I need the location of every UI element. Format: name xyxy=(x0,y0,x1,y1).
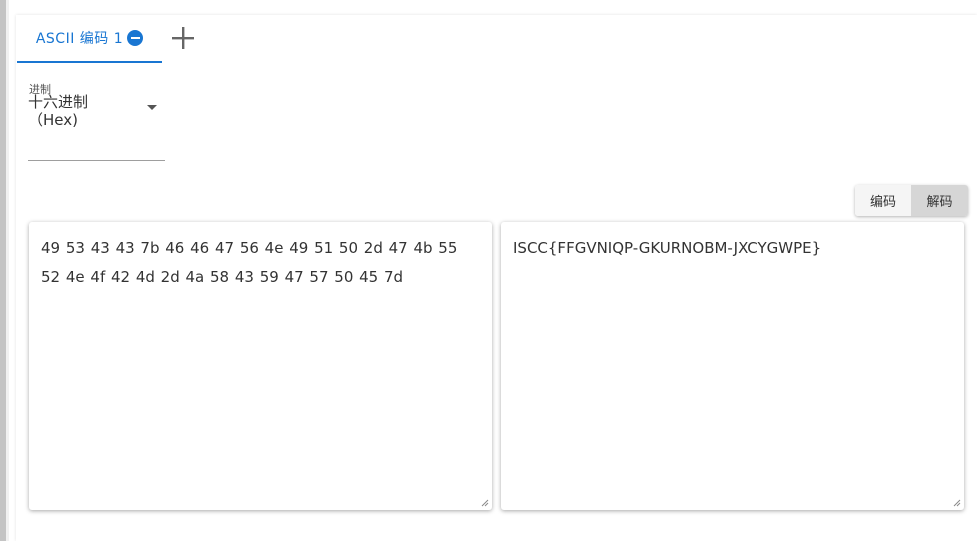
tab-ascii-encode-1[interactable]: ASCII 编码 1 xyxy=(17,15,162,63)
base-select[interactable]: 进制 十六进制（Hex) xyxy=(28,78,165,161)
tabs-bar: ASCII 编码 1 xyxy=(16,15,416,63)
converter-panel: ASCII 编码 1 进制 十六进制（Hex) 编码 解码 49 53 43 4… xyxy=(16,15,977,541)
page-scrollbar[interactable] xyxy=(0,0,9,541)
caret-down-icon xyxy=(147,105,157,110)
output-textarea[interactable]: ISCC{FFGVNIQP-GKURNOBM-JXCYGWPE} xyxy=(501,222,964,510)
resize-grip-icon[interactable] xyxy=(481,499,489,507)
encode-button[interactable]: 编码 xyxy=(855,185,911,216)
input-text: 49 53 43 43 7b 46 46 47 56 4e 49 51 50 2… xyxy=(41,239,458,286)
resize-grip-icon[interactable] xyxy=(953,499,961,507)
tab-label: ASCII 编码 1 xyxy=(35,31,124,47)
output-text: ISCC{FFGVNIQP-GKURNOBM-JXCYGWPE} xyxy=(513,239,822,257)
mode-toggle-group: 编码 解码 xyxy=(855,185,968,216)
base-select-value: 十六进制（Hex) xyxy=(28,93,89,129)
minus-circle-icon[interactable] xyxy=(127,30,144,46)
decode-button[interactable]: 解码 xyxy=(911,185,968,216)
input-textarea[interactable]: 49 53 43 43 7b 46 46 47 56 4e 49 51 50 2… xyxy=(29,222,492,510)
plus-icon[interactable] xyxy=(168,23,198,53)
